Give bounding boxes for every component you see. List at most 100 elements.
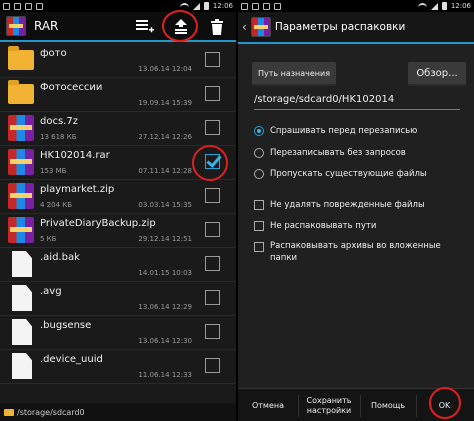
option-label: Перезаписывать без запросов (270, 148, 406, 158)
file-checkbox[interactable] (205, 120, 220, 135)
list-item[interactable]: .device_uuid 11.06.14 12:33 (0, 350, 236, 384)
wifi-icon (179, 2, 189, 10)
browse-button[interactable]: Обзор... (408, 62, 466, 86)
checkbox[interactable] (254, 242, 264, 252)
file-checkbox[interactable] (205, 256, 220, 271)
list-item[interactable]: playmarket.zip 4 204 КБ 03.03.14 15:35 (0, 180, 236, 214)
radio[interactable] (254, 169, 264, 179)
list-item[interactable]: .aid.bak 14.01.15 10:03 (0, 248, 236, 282)
file-checkbox[interactable] (205, 188, 220, 203)
signal-icon (430, 2, 438, 10)
facebook-icon (263, 2, 270, 10)
current-path-bar: /storage/sdcard0 (0, 403, 236, 421)
list-item[interactable]: PrivateDiaryBackup.zip 5 КБ 29.12.14 12:… (0, 214, 236, 248)
list-item[interactable]: .bugsense 13.06.14 12:30 (0, 316, 236, 350)
app-toolbar: RAR (0, 10, 236, 42)
facebook-icon (25, 2, 32, 10)
extract-options-pane: 12:06 ‹ Параметры распаковки Путь назнач… (238, 0, 474, 421)
radio[interactable] (254, 148, 264, 158)
destination-path-input[interactable]: /storage/sdcard0/HK102014 (254, 94, 460, 110)
file-checkbox[interactable] (205, 324, 220, 339)
file-size: 153 МБ (40, 167, 67, 175)
extract-icon[interactable] (162, 10, 198, 42)
add-to-archive-icon[interactable] (134, 16, 156, 38)
file-date: 27.12.14 12:26 (138, 133, 192, 141)
notification-icon (241, 2, 248, 10)
dialog-header: ‹ Параметры распаковки (238, 12, 474, 44)
app-title: RAR (34, 19, 59, 33)
image-icon (252, 2, 259, 10)
destination-path-button[interactable]: Путь назначения (252, 62, 336, 86)
back-chevron-icon[interactable]: ‹ (242, 20, 247, 34)
option-label: Не удалять поврежденные файлы (270, 200, 425, 210)
save-settings-button[interactable]: Сохранить настройки (299, 389, 359, 421)
file-date: 19.09.14 15:39 (138, 99, 192, 107)
file-size: 5 КБ (40, 235, 57, 243)
file-name: docs.7z (40, 116, 78, 127)
radio-selected[interactable] (254, 126, 264, 136)
image-icon (14, 2, 21, 10)
file-name: .avg (40, 286, 62, 297)
option-label: Распаковывать архивы во вложенные папки (270, 241, 441, 263)
battery-icon (441, 2, 447, 10)
list-item[interactable]: Фотосессии 19.09.14 15:39 (0, 78, 236, 112)
archive-icon (8, 149, 34, 175)
status-bar: 12:06 (238, 0, 474, 12)
option-label: Не распаковывать пути (270, 221, 377, 231)
list-item[interactable]: docs.7z 13 618 КБ 27.12.14 12:26 (0, 112, 236, 146)
rar-logo-icon (6, 16, 26, 36)
file-icon (12, 251, 32, 277)
option-subfolders[interactable]: Распаковывать архивы во вложенные папки (254, 240, 464, 264)
file-checkbox[interactable] (205, 52, 220, 67)
file-icon (12, 353, 32, 379)
extract-highlight-circle (162, 10, 198, 42)
overwrite-option-overwrite[interactable]: Перезаписывать без запросов (254, 148, 406, 158)
messenger-icon (274, 2, 281, 10)
file-icon (12, 285, 32, 311)
file-checkbox[interactable] (205, 358, 220, 373)
delete-icon[interactable] (206, 16, 228, 38)
current-path: /storage/sdcard0 (17, 407, 85, 417)
option-no-paths[interactable]: Не распаковывать пути (254, 221, 376, 231)
battery-icon (203, 2, 209, 10)
checkbox[interactable] (254, 200, 264, 210)
file-name: .device_uuid (40, 354, 103, 365)
file-date: 29.12.14 12:51 (138, 235, 192, 243)
file-name: Фотосессии (40, 82, 103, 93)
folder-icon (8, 46, 34, 70)
folder-icon (4, 408, 14, 416)
rar-logo-icon (250, 17, 271, 37)
dialog-title: Параметры распаковки (274, 21, 406, 33)
list-item[interactable]: фото 13.06.14 12:04 (0, 44, 236, 78)
list-item[interactable]: .avg 13.06.14 12:29 (0, 282, 236, 316)
file-checkbox[interactable] (205, 222, 220, 237)
file-checkbox[interactable] (205, 86, 220, 101)
file-size: 13 618 КБ (40, 133, 77, 141)
screenshot-root: 12:06 RAR фото 13.06.14 12:04 Фотосессии… (0, 0, 474, 421)
option-label: Спрашивать перед перезаписью (270, 126, 418, 136)
cancel-button[interactable]: Отмена (240, 389, 296, 421)
ok-highlight-circle (429, 387, 461, 419)
notification-icon (3, 2, 10, 10)
file-checkbox[interactable] (205, 290, 220, 305)
checkbox-highlight-circle (192, 145, 228, 181)
wifi-icon (417, 2, 427, 10)
file-name: .bugsense (40, 320, 92, 331)
overwrite-option-skip[interactable]: Пропускать существующие файлы (254, 169, 427, 179)
signal-icon (192, 2, 200, 10)
status-bar: 12:06 (0, 0, 236, 12)
help-button[interactable]: Помощь (361, 389, 415, 421)
checkbox[interactable] (254, 221, 264, 231)
file-date: 13.06.14 12:04 (138, 65, 192, 73)
file-name: PrivateDiaryBackup.zip (40, 218, 156, 229)
status-time: 12:06 (450, 2, 471, 10)
file-list: фото 13.06.14 12:04 Фотосессии 19.09.14 … (0, 44, 236, 403)
overwrite-option-ask[interactable]: Спрашивать перед перезаписью (254, 126, 417, 136)
file-name: playmarket.zip (40, 184, 115, 195)
list-item[interactable]: HK102014.rar 153 МБ 07.11.14 12:28 (0, 145, 236, 181)
file-size: 4 204 КБ (40, 201, 73, 209)
dialog-button-bar: Отмена Сохранить настройки Помощь OK (238, 387, 474, 421)
option-keep-broken[interactable]: Не удалять поврежденные файлы (254, 200, 425, 210)
archive-icon (8, 217, 34, 243)
status-time: 12:06 (212, 2, 233, 10)
